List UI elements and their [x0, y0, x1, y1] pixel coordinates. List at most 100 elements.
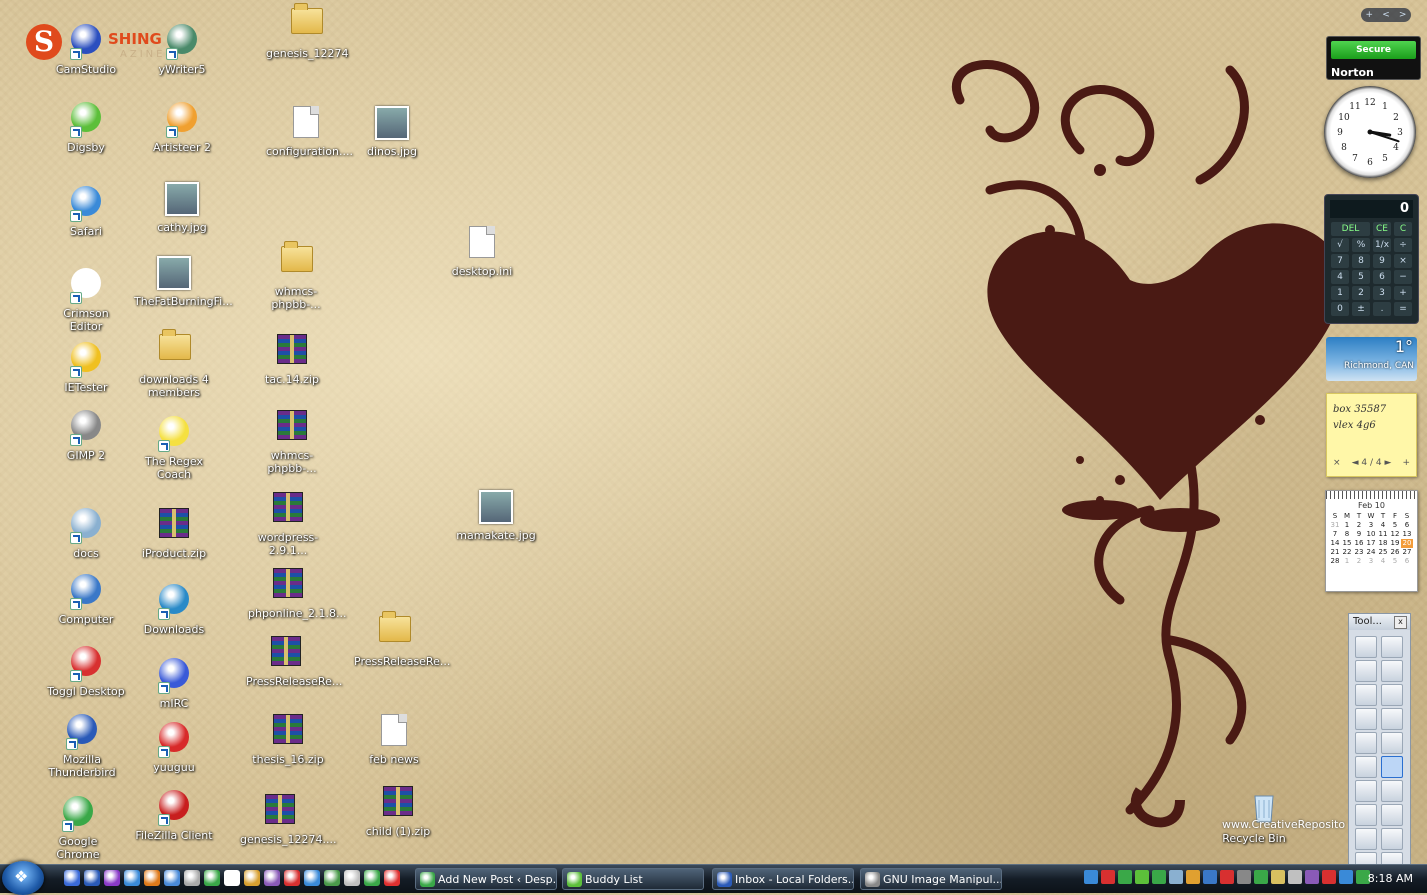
quick-launch-icon[interactable]	[144, 870, 160, 886]
calculator-key[interactable]: CE	[1373, 222, 1391, 236]
quick-launch-icon[interactable]	[324, 870, 340, 886]
calculator-key[interactable]: 0	[1331, 302, 1349, 316]
tray-icon[interactable]	[1288, 870, 1302, 884]
tray-icon[interactable]	[1203, 870, 1217, 884]
calculator-key[interactable]: 8	[1352, 254, 1370, 268]
calendar-day[interactable]: 6	[1401, 557, 1413, 566]
desktop-icon[interactable]: wordpress-2.9.1...	[246, 488, 330, 557]
calendar-day[interactable]: 26	[1389, 548, 1401, 557]
notes-add-button[interactable]: +	[1402, 458, 1410, 468]
calendar-day[interactable]: 21	[1329, 548, 1341, 557]
clock-gadget[interactable]: 12 1 2 3 4 5 6 7 8 9 10 11	[1324, 86, 1416, 178]
desktop-icon[interactable]: The Regex Coach	[132, 414, 216, 481]
gimp-tool-button[interactable]	[1355, 780, 1377, 802]
desktop-icon[interactable]: phponline_2.1.8...	[246, 564, 346, 620]
calendar-day[interactable]: 4	[1377, 557, 1389, 566]
tray-icon[interactable]	[1271, 870, 1285, 884]
desktop-icon[interactable]: mIRC	[132, 656, 216, 710]
calendar-day[interactable]: 2	[1353, 557, 1365, 566]
gimp-tool-button[interactable]	[1381, 708, 1403, 730]
desktop-icon[interactable]: Toggl Desktop	[44, 644, 128, 698]
calendar-day[interactable]: 14	[1329, 539, 1341, 548]
calculator-key[interactable]: 9	[1373, 254, 1391, 268]
tray-icon[interactable]	[1254, 870, 1268, 884]
calendar-day[interactable]: 23	[1353, 548, 1365, 557]
gimp-toolbox-window[interactable]: Tool... x	[1348, 613, 1411, 874]
desktop-icon[interactable]: Mozilla Thunderbird	[40, 712, 124, 779]
gimp-tool-button[interactable]	[1381, 732, 1403, 754]
weather-gadget[interactable]: 1° Richmond, CAN	[1326, 337, 1417, 381]
calculator-gadget[interactable]: 0 DEL CE C √% 1/x ÷ 7 8 9 × 4 5 6−1 2 3 +0 ±. =	[1324, 194, 1419, 324]
calendar-day[interactable]: 8	[1341, 530, 1353, 539]
calculator-key[interactable]: +	[1394, 286, 1412, 300]
taskbar-window-button[interactable]: Buddy List	[562, 868, 704, 890]
calendar-today[interactable]: 20	[1401, 539, 1413, 548]
desktop-icon[interactable]: Digsby	[44, 100, 128, 154]
desktop-icon[interactable]: Crimson Editor	[44, 266, 128, 333]
quick-launch-icon[interactable]	[364, 870, 380, 886]
desktop-icon[interactable]: Safari	[44, 184, 128, 238]
tray-icon[interactable]	[1152, 870, 1166, 884]
sidebar-add-button[interactable]: +	[1366, 8, 1374, 22]
quick-launch-icon[interactable]	[104, 870, 120, 886]
desktop-icon[interactable]: thesis_16.zip	[246, 710, 330, 766]
calendar-day[interactable]: 3	[1365, 557, 1377, 566]
desktop-icon[interactable]: iProduct.zip	[132, 504, 216, 560]
calculator-key[interactable]: DEL	[1331, 222, 1370, 236]
calendar-day[interactable]: 19	[1389, 539, 1401, 548]
toolbox-close-button[interactable]: x	[1394, 616, 1407, 629]
tray-icon[interactable]	[1220, 870, 1234, 884]
desktop-icon[interactable]: downloads 4 members	[132, 326, 216, 399]
calendar-day[interactable]: 28	[1329, 557, 1341, 566]
desktop-icon[interactable]: cathy.jpg	[140, 180, 224, 234]
desktop-icon[interactable]: mamakate.jpg	[454, 488, 538, 542]
calendar-day[interactable]: 16	[1353, 539, 1365, 548]
quick-launch-icon[interactable]	[304, 870, 320, 886]
sidebar-next-button[interactable]: >	[1399, 8, 1407, 22]
calculator-key[interactable]: −	[1394, 270, 1412, 284]
calendar-day[interactable]: 18	[1377, 539, 1389, 548]
calculator-key[interactable]: =	[1394, 302, 1412, 316]
toolbox-title-bar[interactable]: Tool... x	[1349, 614, 1410, 630]
quick-launch-icon[interactable]	[124, 870, 140, 886]
quick-launch-icon[interactable]	[284, 870, 300, 886]
calculator-key[interactable]: 1/x	[1373, 238, 1391, 252]
gimp-tool-button[interactable]	[1381, 684, 1403, 706]
desktop-icon[interactable]: IETester	[44, 340, 128, 394]
gimp-tool-button[interactable]	[1355, 708, 1377, 730]
calendar-day[interactable]: 11	[1377, 530, 1389, 539]
desktop-icon[interactable]: tac.14.zip	[250, 330, 334, 386]
taskbar-clock[interactable]: 8:18 AM	[1368, 865, 1413, 893]
tray-icon[interactable]	[1084, 870, 1098, 884]
desktop-icon[interactable]: PressReleaseRe...	[352, 608, 450, 668]
desktop-icon[interactable]: docs	[44, 506, 128, 560]
notes-next-button[interactable]: ►	[1384, 458, 1391, 468]
desktop-icon[interactable]: Computer	[44, 572, 128, 626]
gimp-tool-button[interactable]	[1381, 636, 1403, 658]
desktop-icon[interactable]: FileZilla Client	[132, 788, 216, 842]
desktop-icon[interactable]: TheFatBurningFi...	[132, 254, 233, 308]
calculator-key[interactable]: %	[1352, 238, 1370, 252]
calculator-key[interactable]: 1	[1331, 286, 1349, 300]
quick-launch-icon[interactable]	[164, 870, 180, 886]
desktop-icon[interactable]: CamStudio	[44, 22, 128, 76]
calculator-key[interactable]: ×	[1394, 254, 1412, 268]
desktop-icon[interactable]: GIMP 2	[44, 408, 128, 462]
gimp-tool-button[interactable]	[1381, 828, 1403, 850]
calendar-day[interactable]: 12	[1389, 530, 1401, 539]
quick-launch-icon[interactable]	[244, 870, 260, 886]
start-button[interactable]	[2, 861, 44, 895]
calendar-day[interactable]: 3	[1365, 521, 1377, 530]
calculator-key[interactable]: √	[1331, 238, 1349, 252]
sidebar-prev-button[interactable]: <	[1382, 8, 1390, 22]
calendar-day[interactable]: 1	[1341, 557, 1353, 566]
desktop-icon[interactable]: yuuguu	[132, 720, 216, 774]
notes-prev-button[interactable]: ◄	[1352, 458, 1359, 468]
desktop-icon[interactable]: configuration....	[264, 104, 353, 158]
gimp-tool-button[interactable]	[1381, 804, 1403, 826]
quick-launch-icon[interactable]	[344, 870, 360, 886]
calendar-day[interactable]: 5	[1389, 521, 1401, 530]
desktop-icon[interactable]: genesis_12274....	[238, 790, 337, 846]
quick-launch-icon[interactable]	[64, 870, 80, 886]
desktop-icon[interactable]: feb news	[352, 712, 436, 766]
